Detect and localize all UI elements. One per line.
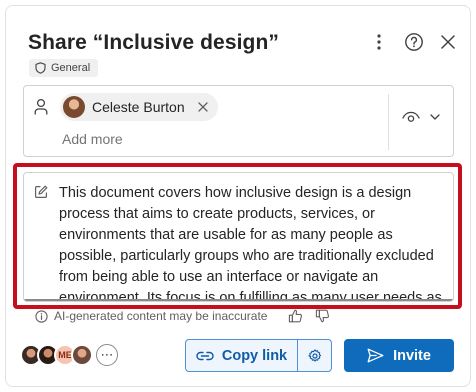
recipients-field[interactable]: Celeste Burton	[23, 85, 454, 157]
sensitivity-label: General	[51, 62, 91, 74]
info-icon	[35, 309, 48, 323]
field-underline	[24, 299, 453, 301]
ai-notice: AI-generated content may be inaccurate	[35, 309, 267, 323]
message-text[interactable]: This document covers how inclusive desig…	[59, 183, 444, 301]
recipient-chip[interactable]: Celeste Burton	[60, 93, 218, 121]
chevron-down-icon	[430, 114, 440, 120]
copy-link-label: Copy link	[221, 347, 288, 364]
recipient-name: Celeste Burton	[92, 99, 185, 115]
close-icon[interactable]	[436, 30, 460, 54]
shield-icon	[35, 62, 46, 74]
send-icon	[367, 348, 384, 363]
divider	[388, 94, 389, 150]
copy-link-button[interactable]: Copy link	[186, 340, 298, 371]
sensitivity-badge[interactable]: General	[29, 59, 99, 77]
help-icon[interactable]	[402, 30, 426, 54]
add-more-input[interactable]	[62, 131, 262, 147]
message-field[interactable]: This document covers how inclusive desig…	[23, 172, 454, 302]
edit-icon	[34, 185, 48, 204]
avatar	[71, 344, 93, 366]
gear-icon	[307, 348, 321, 362]
link-settings-button[interactable]	[298, 340, 331, 371]
avatar	[63, 96, 85, 118]
thumbs-up-icon[interactable]	[288, 309, 303, 328]
eye-icon	[402, 111, 420, 122]
person-icon	[34, 98, 48, 121]
copy-link-group: Copy link	[185, 339, 332, 372]
invite-label: Invite	[393, 347, 431, 364]
link-icon	[196, 351, 214, 360]
invite-button[interactable]: Invite	[344, 339, 454, 372]
shared-with-avatars[interactable]: ME ⋯	[20, 344, 118, 366]
remove-recipient-icon[interactable]	[197, 99, 208, 115]
permission-dropdown[interactable]	[402, 111, 440, 123]
dialog-title: Share “Inclusive design”	[28, 31, 279, 54]
ai-notice-text: AI-generated content may be inaccurate	[54, 309, 268, 323]
more-vertical-icon[interactable]	[367, 30, 391, 54]
thumbs-down-icon[interactable]	[315, 309, 330, 328]
more-people-button[interactable]: ⋯	[96, 344, 118, 366]
